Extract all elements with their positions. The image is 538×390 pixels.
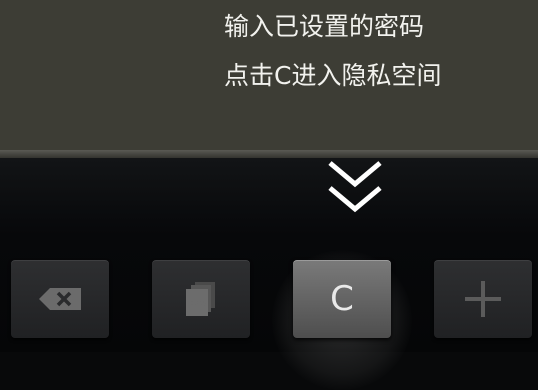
double-chevron-down-icon — [328, 161, 382, 213]
hint-line-enter-password: 输入已设置的密码 — [224, 12, 425, 41]
copy-icon-text: copy — [190, 299, 207, 307]
delete-button[interactable] — [11, 260, 109, 338]
panel-divider — [0, 150, 538, 158]
hint-line-tap-c: 点击C进入隐私空间 — [224, 61, 442, 90]
backspace-icon — [39, 288, 81, 310]
c-button-label: C — [330, 279, 354, 319]
add-button[interactable] — [434, 260, 532, 338]
copy-icon: copy — [186, 282, 215, 316]
copy-button[interactable]: copy — [152, 260, 250, 338]
plus-icon — [465, 281, 501, 317]
c-button[interactable]: C — [293, 260, 391, 338]
